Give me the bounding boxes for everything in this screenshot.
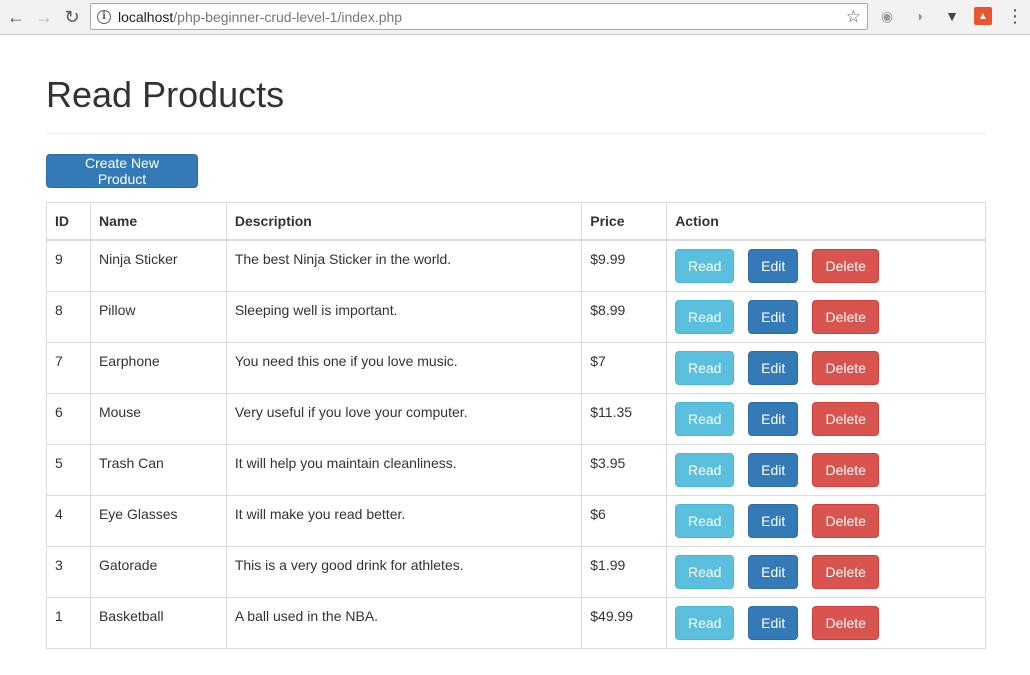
cell-actions: Read Edit Delete [666,393,986,445]
page-title: Read Products [46,74,285,115]
cell-description: This is a very good drink for athletes. [225,546,583,598]
cell-id: 5 [46,444,91,496]
cell-name: Pillow [89,291,227,343]
cell-actions: Read Edit Delete [666,597,986,649]
cell-price: $8.99 [581,291,668,343]
delete-button[interactable]: Delete [812,504,880,538]
cell-actions: Read Edit Delete [666,239,986,292]
edit-button[interactable]: Edit [748,300,799,334]
edit-button[interactable]: Edit [748,402,799,436]
table-row: 3 Gatorade This is a very good drink for… [46,546,986,598]
divider [46,133,986,134]
extension-icon[interactable]: ▲ [974,7,992,25]
cell-name: Eye Glasses [89,495,227,547]
cell-name: Trash Can [89,444,227,496]
header-price: Price [581,202,668,241]
cell-id: 1 [46,597,91,649]
cell-description: A ball used in the NBA. [225,597,583,649]
header-action: Action [666,202,986,241]
delete-button[interactable]: Delete [812,453,880,487]
table-row: 5 Trash Can It will help you maintain cl… [46,444,986,496]
cell-actions: Read Edit Delete [666,342,986,394]
read-button[interactable]: Read [675,351,735,385]
cell-name: Gatorade [89,546,227,598]
read-button[interactable]: Read [675,249,735,283]
table-row: 6 Mouse Very useful if you love your com… [46,393,986,445]
cell-price: $11.35 [581,393,668,445]
cell-name: Earphone [89,342,227,394]
back-arrow-icon[interactable]: ← [2,3,30,31]
star-icon[interactable]: ☆ [846,7,861,27]
table-row: 8 Pillow Sleeping well is important. $8.… [46,291,986,343]
reload-icon[interactable]: ↻ [58,3,86,31]
url-host: localhost [118,8,174,25]
read-button[interactable]: Read [675,300,735,334]
browser-toolbar: ← → ↻ i localhost/php-beginner-crud-leve… [0,0,1030,35]
address-bar[interactable]: i localhost/php-beginner-crud-level-1/in… [90,3,868,30]
camera-icon[interactable]: ◉ [878,7,896,25]
cell-name: Ninja Sticker [89,239,227,292]
cell-actions: Read Edit Delete [666,444,986,496]
cell-actions: Read Edit Delete [666,546,986,598]
table-row: 1 Basketball A ball used in the NBA. $49… [46,597,986,649]
delete-button[interactable]: Delete [812,249,880,283]
cell-price: $1.99 [581,546,668,598]
edit-button[interactable]: Edit [748,249,799,283]
delete-button[interactable]: Delete [812,300,880,334]
cell-id: 4 [46,495,91,547]
table-row: 4 Eye Glasses It will make you read bett… [46,495,986,547]
table-row: 9 Ninja Sticker The best Ninja Sticker i… [46,239,986,292]
cell-description: The best Ninja Sticker in the world. [225,239,583,292]
info-icon[interactable]: i [97,9,111,24]
read-button[interactable]: Read [675,555,735,589]
edit-button[interactable]: Edit [748,504,799,538]
table-header-row: ID Name Description Price Action [46,202,986,241]
url-text[interactable]: localhost/php-beginner-crud-level-1/inde… [118,9,402,25]
read-button[interactable]: Read [675,504,735,538]
cell-id: 6 [46,393,91,445]
read-button[interactable]: Read [675,606,735,640]
table-row: 7 Earphone You need this one if you love… [46,342,986,394]
header-id: ID [46,202,91,241]
create-new-product-button[interactable]: Create New Product [46,154,198,188]
cell-actions: Read Edit Delete [666,291,986,343]
moon-icon[interactable]: ◑ [910,7,928,25]
edit-button[interactable]: Edit [748,351,799,385]
cell-description: It will help you maintain cleanliness. [225,444,583,496]
delete-button[interactable]: Delete [812,402,880,436]
cell-price: $6 [581,495,668,547]
cell-id: 7 [46,342,91,394]
read-button[interactable]: Read [675,453,735,487]
cell-price: $49.99 [581,597,668,649]
cell-description: Sleeping well is important. [225,291,583,343]
cell-description: You need this one if you love music. [225,342,583,394]
cell-actions: Read Edit Delete [666,495,986,547]
cell-id: 9 [46,239,91,292]
read-button[interactable]: Read [675,402,735,436]
products-table: ID Name Description Price Action 9 Ninja… [46,202,986,649]
kebab-menu-icon[interactable]: ⋮ [1006,6,1024,27]
page-container: Read Products Create New Product ID Name… [46,35,986,649]
cell-price: $9.99 [581,239,668,292]
cell-id: 3 [46,546,91,598]
cell-price: $7 [581,342,668,394]
cell-id: 8 [46,291,91,343]
edit-button[interactable]: Edit [748,606,799,640]
delete-button[interactable]: Delete [812,351,880,385]
url-path: /php-beginner-crud-level-1/index.php [173,8,403,25]
pocket-icon[interactable]: ▼ [943,7,961,25]
cell-price: $3.95 [581,444,668,496]
delete-button[interactable]: Delete [812,606,880,640]
cell-description: Very useful if you love your computer. [225,393,583,445]
cell-name: Basketball [89,597,227,649]
delete-button[interactable]: Delete [812,555,880,589]
header-name: Name [89,202,227,241]
edit-button[interactable]: Edit [748,555,799,589]
header-description: Description [225,202,583,241]
edit-button[interactable]: Edit [748,453,799,487]
cell-name: Mouse [89,393,227,445]
cell-description: It will make you read better. [225,495,583,547]
forward-arrow-icon[interactable]: → [30,3,58,31]
